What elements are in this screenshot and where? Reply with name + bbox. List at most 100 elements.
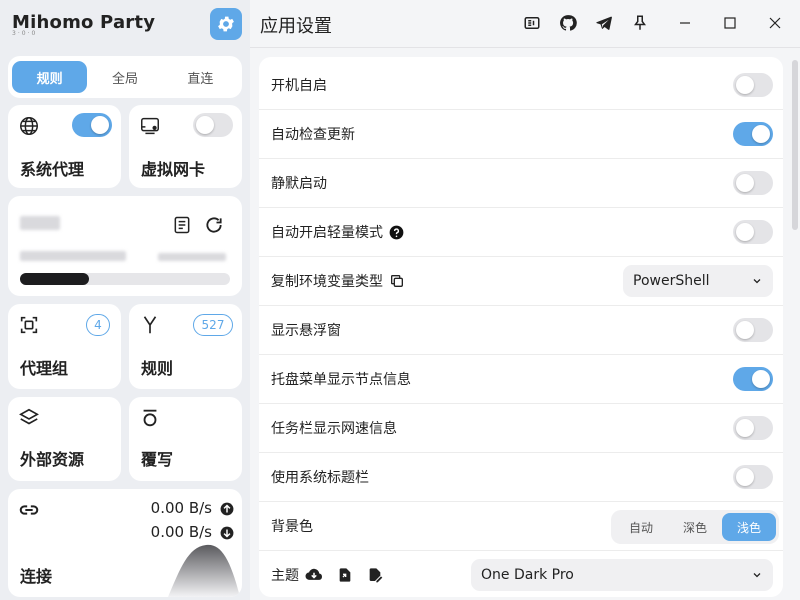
theme-select[interactable]: One Dark Pro xyxy=(471,559,773,591)
env-type-select[interactable]: PowerShell xyxy=(623,265,773,297)
auto-update-toggle[interactable] xyxy=(733,122,773,146)
help-icon[interactable] xyxy=(389,225,404,240)
scrollbar[interactable] xyxy=(792,60,798,230)
bg-color-label: 背景色 xyxy=(271,519,313,535)
setting-taskbar-speed: 任务栏显示网速信息 xyxy=(259,404,783,453)
tun-toggle[interactable] xyxy=(193,113,233,137)
maximize-button[interactable] xyxy=(719,12,741,34)
download-arrow-icon xyxy=(220,526,234,540)
setting-light-mode: 自动开启轻量模式 xyxy=(259,208,783,257)
tun-card[interactable]: 虚拟网卡 xyxy=(129,105,242,188)
github-button[interactable] xyxy=(557,12,579,34)
scan-frame-icon xyxy=(20,316,38,334)
telegram-button[interactable] xyxy=(593,12,615,34)
link-icon xyxy=(19,505,39,515)
system-proxy-label: 系统代理 xyxy=(20,160,85,179)
main-content: 应用设置 开机自启 自动检查更新 静默启动 自动开启轻量模式 复制环境变量类型 … xyxy=(250,0,800,600)
profile-expiry-redacted xyxy=(158,253,226,261)
profile-card[interactable] xyxy=(8,196,242,296)
light-mode-toggle[interactable] xyxy=(733,220,773,244)
connections-label: 连接 xyxy=(20,567,53,586)
settings-panel: 开机自启 自动检查更新 静默启动 自动开启轻量模式 复制环境变量类型 Power… xyxy=(259,57,783,597)
maximize-icon xyxy=(724,17,736,29)
auto-start-label: 开机自启 xyxy=(271,78,327,94)
file-import-icon[interactable] xyxy=(337,567,353,583)
title-bar: 应用设置 xyxy=(250,0,800,48)
github-icon xyxy=(560,15,577,31)
mode-direct[interactable]: 直连 xyxy=(163,61,238,93)
env-type-value: PowerShell xyxy=(633,273,710,289)
chevron-down-icon xyxy=(753,279,761,284)
tun-label: 虚拟网卡 xyxy=(141,160,206,179)
override-icon xyxy=(143,409,157,427)
telegram-icon xyxy=(596,16,612,30)
profile-name-redacted xyxy=(20,216,60,230)
bg-color-segmented: 自动 深色 浅色 xyxy=(611,510,779,544)
system-proxy-card[interactable]: 系统代理 xyxy=(8,105,121,188)
file-edit-icon[interactable] xyxy=(367,567,383,583)
silent-start-toggle[interactable] xyxy=(733,171,773,195)
mode-rule[interactable]: 规则 xyxy=(12,61,88,93)
gear-icon xyxy=(218,16,234,32)
taskbar-speed-label: 任务栏显示网速信息 xyxy=(271,421,397,437)
rules-card[interactable]: 527 规则 xyxy=(129,304,242,389)
tray-nodes-toggle[interactable] xyxy=(733,367,773,391)
mode-global[interactable]: 全局 xyxy=(87,61,162,93)
system-proxy-toggle[interactable] xyxy=(72,113,112,137)
taskbar-speed-toggle[interactable] xyxy=(733,416,773,440)
page-title: 应用设置 xyxy=(260,16,332,37)
refresh-icon[interactable] xyxy=(204,215,224,235)
system-titlebar-toggle[interactable] xyxy=(733,465,773,489)
app-version: 3·0·0 xyxy=(12,30,38,37)
minimize-icon xyxy=(680,22,690,24)
system-titlebar-label: 使用系统标题栏 xyxy=(271,470,369,486)
pin-icon xyxy=(634,15,646,30)
proxy-groups-count: 4 xyxy=(86,314,110,336)
setting-theme: 主题 One Dark Pro xyxy=(259,551,783,597)
log-button[interactable] xyxy=(521,12,543,34)
usage-progress-bar xyxy=(20,273,230,285)
rules-label: 规则 xyxy=(141,359,174,378)
sidebar: Mihomo Party 3·0·0 规则 全局 直连 系统代理 虚拟网卡 4 … xyxy=(0,0,250,600)
env-type-label-wrap: 复制环境变量类型 xyxy=(271,271,405,291)
upload-arrow-icon xyxy=(220,502,234,516)
terminal-icon xyxy=(524,17,540,29)
bg-color-dark[interactable]: 深色 xyxy=(668,513,722,541)
bg-color-auto[interactable]: 自动 xyxy=(614,513,668,541)
resources-label: 外部资源 xyxy=(20,450,85,469)
cloud-download-icon[interactable] xyxy=(305,566,323,584)
layers-icon xyxy=(19,408,39,425)
setting-tray-nodes: 托盘菜单显示节点信息 xyxy=(259,355,783,404)
globe-icon xyxy=(20,117,38,135)
title-divider xyxy=(250,47,800,48)
connections-card[interactable]: 0.00 B/s 0.00 B/s 连接 xyxy=(8,489,242,597)
auto-start-toggle[interactable] xyxy=(733,73,773,97)
override-label: 覆写 xyxy=(141,450,174,469)
minimize-button[interactable] xyxy=(674,12,696,34)
setting-auto-update: 自动检查更新 xyxy=(259,110,783,159)
fork-icon xyxy=(143,316,157,334)
override-card[interactable]: 覆写 xyxy=(129,397,242,481)
bg-color-light[interactable]: 浅色 xyxy=(722,513,776,541)
setting-silent-start: 静默启动 xyxy=(259,159,783,208)
close-button[interactable] xyxy=(764,12,786,34)
light-mode-label: 自动开启轻量模式 xyxy=(271,225,383,241)
setting-env-type: 复制环境变量类型 PowerShell xyxy=(259,257,783,306)
chevron-down-icon xyxy=(753,573,761,578)
silent-start-label: 静默启动 xyxy=(271,176,327,192)
theme-value: One Dark Pro xyxy=(481,567,574,583)
floating-toggle[interactable] xyxy=(733,318,773,342)
auto-update-label: 自动检查更新 xyxy=(271,127,355,143)
copy-icon[interactable] xyxy=(389,273,405,289)
resources-card[interactable]: 外部资源 xyxy=(8,397,121,481)
settings-button[interactable] xyxy=(210,8,242,40)
upload-speed: 0.00 B/s xyxy=(150,499,212,517)
pin-button[interactable] xyxy=(629,12,651,34)
network-card-icon xyxy=(141,117,159,135)
tray-nodes-label: 托盘菜单显示节点信息 xyxy=(271,372,411,388)
close-icon xyxy=(769,17,781,29)
mode-switcher: 规则 全局 直连 xyxy=(8,56,242,98)
rules-count: 527 xyxy=(193,314,233,336)
proxy-groups-card[interactable]: 4 代理组 xyxy=(8,304,121,389)
document-icon[interactable] xyxy=(172,215,192,235)
